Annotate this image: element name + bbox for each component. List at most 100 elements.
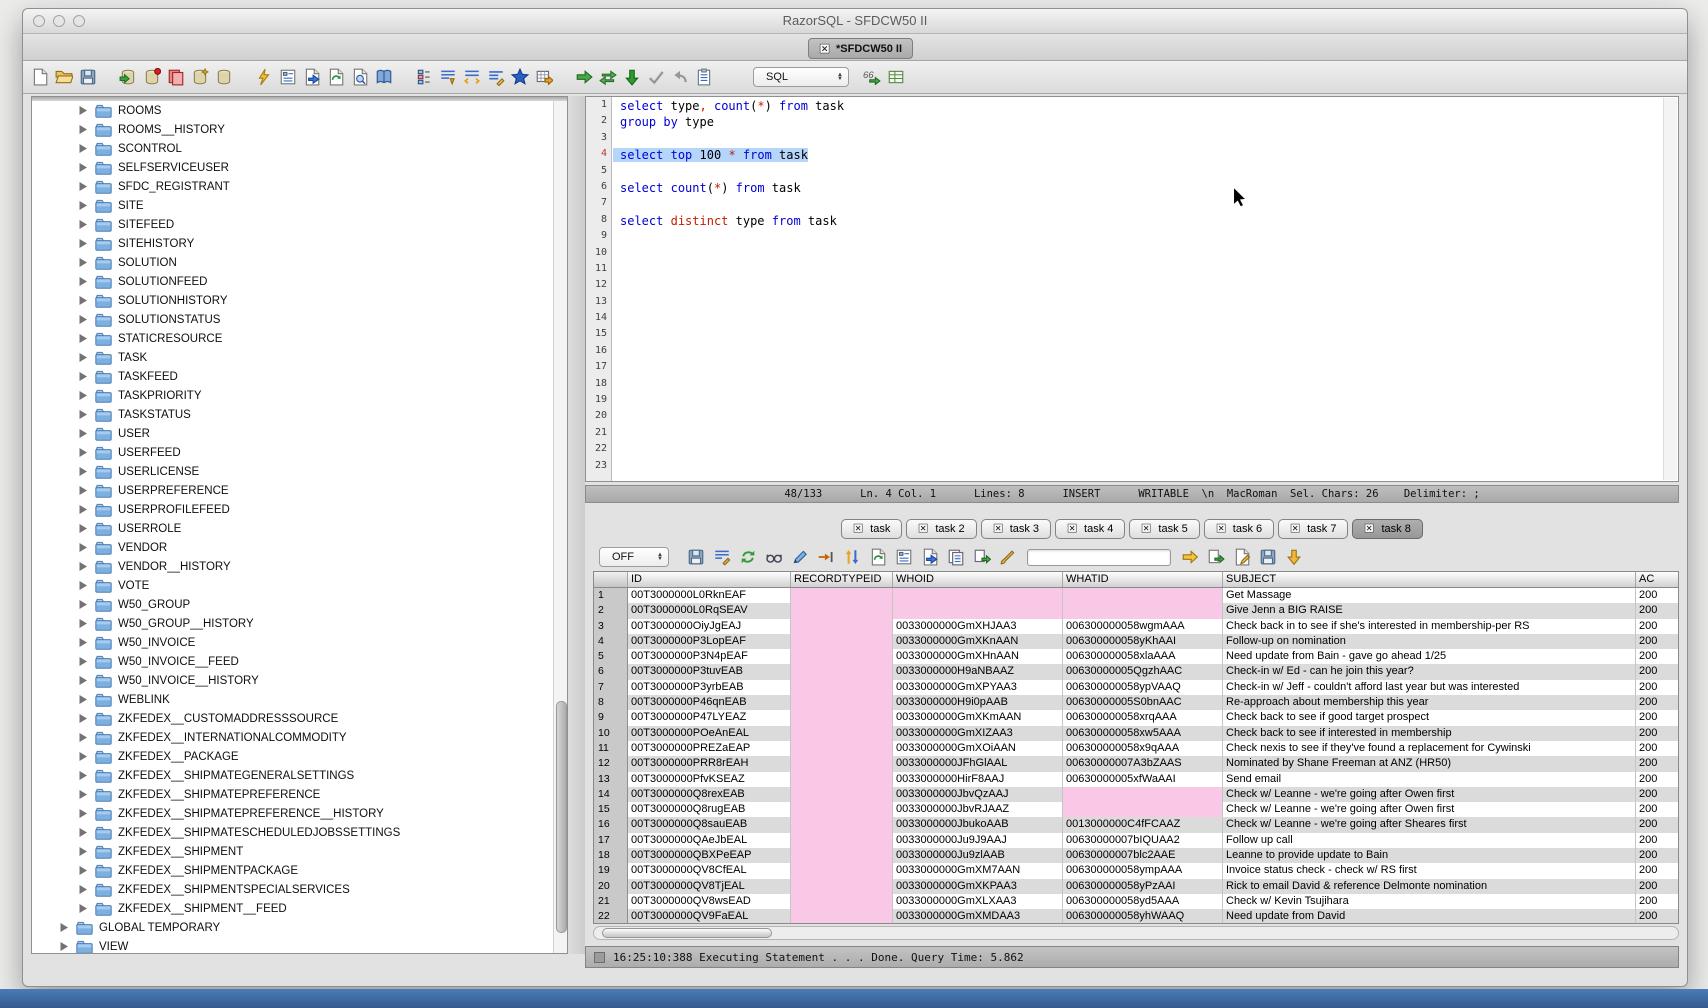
cell-whatid[interactable]: 00630000005QgzhAAC: [1063, 664, 1223, 679]
cell-recordtypeid[interactable]: [791, 756, 893, 771]
tree-item-staticresource[interactable]: STATICRESOURCE: [32, 329, 567, 348]
cell-subject[interactable]: Rick to email David & reference Delmonte…: [1223, 879, 1636, 894]
cell-id[interactable]: 00T3000000L0RknEAF: [628, 588, 791, 603]
cell-ac[interactable]: 200: [1636, 756, 1678, 771]
tree-item-weblink[interactable]: WEBLINK: [32, 690, 567, 709]
cell-recordtypeid[interactable]: [791, 680, 893, 695]
disclosure-triangle-icon[interactable]: [59, 941, 69, 952]
table-row[interactable]: 300T3000000OiyJgEAJ0033000000GmXHJAA3006…: [594, 619, 1678, 634]
grid-view-icon[interactable]: [887, 68, 905, 86]
disclosure-triangle-icon[interactable]: [78, 162, 88, 173]
cell-recordtypeid[interactable]: [791, 894, 893, 909]
view-glasses-icon[interactable]: [765, 548, 783, 566]
connection-tab[interactable]: > *SFDCW50 II: [808, 38, 913, 59]
disclosure-triangle-icon[interactable]: [78, 599, 88, 610]
table-row[interactable]: 1500T3000000Q8rugEAB0033000000JbvRJAAZCh…: [594, 802, 1678, 817]
tree-item-zkfedex-shipmategeneralsettings[interactable]: ZKFEDEX__SHIPMATEGENERALSETTINGS: [32, 766, 567, 785]
cell-whoid[interactable]: 0033000000Ju9J9AAJ: [893, 833, 1063, 848]
tree-item-user[interactable]: USER: [32, 424, 567, 443]
grid-search-input[interactable]: [1027, 549, 1171, 566]
table-row[interactable]: 1000T3000000POeAnEAL0033000000GmXIZAA300…: [594, 726, 1678, 741]
disclosure-triangle-icon[interactable]: [78, 523, 88, 534]
result-tab-task-3[interactable]: task 3: [981, 519, 1051, 539]
tree-item-global-temporary[interactable]: GLOBAL TEMPORARY: [32, 918, 567, 937]
cell-whatid[interactable]: [1063, 588, 1223, 603]
cell-whatid[interactable]: 006300000058wgmAAA: [1063, 619, 1223, 634]
tree-item-zkfedex-shipmatepreference[interactable]: ZKFEDEX__SHIPMATEPREFERENCE: [32, 785, 567, 804]
cell-whoid[interactable]: 0033000000JbvQzAAJ: [893, 787, 1063, 802]
cell-subject[interactable]: Invoice status check - check w/ RS first: [1223, 863, 1636, 878]
import-db-icon[interactable]: [119, 68, 137, 86]
cell-recordtypeid[interactable]: [791, 787, 893, 802]
db-alert-icon[interactable]: [143, 68, 161, 86]
cell-whoid[interactable]: [893, 603, 1063, 618]
cell-whatid[interactable]: 006300000058ympAAA: [1063, 863, 1223, 878]
export-green-icon[interactable]: [1207, 548, 1225, 566]
cell-id[interactable]: 00T3000000QV8TjEAL: [628, 879, 791, 894]
disclosure-triangle-icon[interactable]: [78, 238, 88, 249]
tree-item-userpreference[interactable]: USERPREFERENCE: [32, 481, 567, 500]
disclosure-triangle-icon[interactable]: [78, 200, 88, 211]
cell-recordtypeid[interactable]: [791, 634, 893, 649]
format-sql-icon[interactable]: [487, 68, 505, 86]
disclosure-triangle-icon[interactable]: [78, 770, 88, 781]
cell-recordtypeid[interactable]: [791, 817, 893, 832]
tree-item-zkfedex-shipment[interactable]: ZKFEDEX__SHIPMENT: [32, 842, 567, 861]
disclosure-triangle-icon[interactable]: [78, 352, 88, 363]
table-row[interactable]: 1400T3000000Q8rexEAB0033000000JbvQzAAJCh…: [594, 787, 1678, 802]
cell-recordtypeid[interactable]: [791, 802, 893, 817]
cell-subject[interactable]: Give Jenn a BIG RAISE: [1223, 603, 1636, 618]
copy-red-icon[interactable]: [167, 68, 185, 86]
disclosure-triangle-icon[interactable]: [78, 485, 88, 496]
disclosure-triangle-icon[interactable]: [78, 181, 88, 192]
commit-check-icon[interactable]: [647, 68, 665, 86]
goto-line-icon[interactable]: 66: [863, 68, 881, 86]
result-tab-task[interactable]: task: [841, 519, 902, 539]
go-down-icon[interactable]: [623, 68, 641, 86]
disclosure-triangle-icon[interactable]: [78, 314, 88, 325]
cell-subject[interactable]: Follow-up on nomination: [1223, 634, 1636, 649]
cell-whatid[interactable]: 006300000058yhWAAQ: [1063, 909, 1223, 924]
tree-item-solution[interactable]: SOLUTION: [32, 253, 567, 272]
filter-lines-icon[interactable]: [713, 548, 731, 566]
tree-item-w50-invoice-feed[interactable]: W50_INVOICE__FEED: [32, 652, 567, 671]
cell-ac[interactable]: 200: [1636, 726, 1678, 741]
tree-item-solutionhistory[interactable]: SOLUTIONHISTORY: [32, 291, 567, 310]
cell-recordtypeid[interactable]: [791, 619, 893, 634]
execute-lightning-icon[interactable]: [255, 68, 273, 86]
cell-recordtypeid[interactable]: [791, 664, 893, 679]
cell-whatid[interactable]: 006300000058yPzAAI: [1063, 879, 1223, 894]
cell-subject[interactable]: Follow up call: [1223, 833, 1636, 848]
rollback-undo-icon[interactable]: [671, 68, 689, 86]
tree-item-userlicense[interactable]: USERLICENSE: [32, 462, 567, 481]
cell-whoid[interactable]: 0033000000GmXHnAAN: [893, 649, 1063, 664]
tree-item-zkfedex-shipmatepreference-history[interactable]: ZKFEDEX__SHIPMATEPREFERENCE__HISTORY: [32, 804, 567, 823]
disclosure-triangle-icon[interactable]: [78, 124, 88, 135]
table-row[interactable]: 500T3000000P3N4pEAF0033000000GmXHnAAN006…: [594, 649, 1678, 664]
cell-subject[interactable]: Check-in w/ Ed - can he join this year?: [1223, 664, 1636, 679]
cell-whoid[interactable]: 0033000000GmXPYAA3: [893, 680, 1063, 695]
list-values-icon[interactable]: [415, 68, 433, 86]
tree-item-zkfedex-internationalcommodity[interactable]: ZKFEDEX__INTERNATIONALCOMMODITY: [32, 728, 567, 747]
table-row[interactable]: 900T3000000P47LYEAZ0033000000GmXKmAAN006…: [594, 710, 1678, 725]
cell-recordtypeid[interactable]: [791, 710, 893, 725]
cell-subject[interactable]: Check w/ Leanne - we're going after Owen…: [1223, 787, 1636, 802]
disclosure-triangle-icon[interactable]: [78, 675, 88, 686]
cell-recordtypeid[interactable]: [791, 909, 893, 924]
cell-ac[interactable]: 200: [1636, 848, 1678, 863]
close-tab-icon[interactable]: [918, 523, 929, 534]
tree-item-solutionstatus[interactable]: SOLUTIONSTATUS: [32, 310, 567, 329]
tree-item-site[interactable]: SITE: [32, 196, 567, 215]
disclosure-triangle-icon[interactable]: [78, 276, 88, 287]
cell-recordtypeid[interactable]: [791, 726, 893, 741]
table-row[interactable]: 1600T3000000Q8sauEAB0033000000JbukoAAB00…: [594, 817, 1678, 832]
cell-subject[interactable]: Need update from Bain - gave go ahead 1/…: [1223, 649, 1636, 664]
cell-whoid[interactable]: 0033000000GmXOiAAN: [893, 741, 1063, 756]
clipboard-icon[interactable]: [695, 68, 713, 86]
db-new-icon[interactable]: [191, 68, 209, 86]
disclosure-triangle-icon[interactable]: [78, 694, 88, 705]
cell-ac[interactable]: 200: [1636, 833, 1678, 848]
combo-stepper-icon[interactable]: ▲▼: [827, 73, 843, 82]
cell-id[interactable]: 00T3000000L0RqSEAV: [628, 603, 791, 618]
cell-ac[interactable]: 200: [1636, 787, 1678, 802]
